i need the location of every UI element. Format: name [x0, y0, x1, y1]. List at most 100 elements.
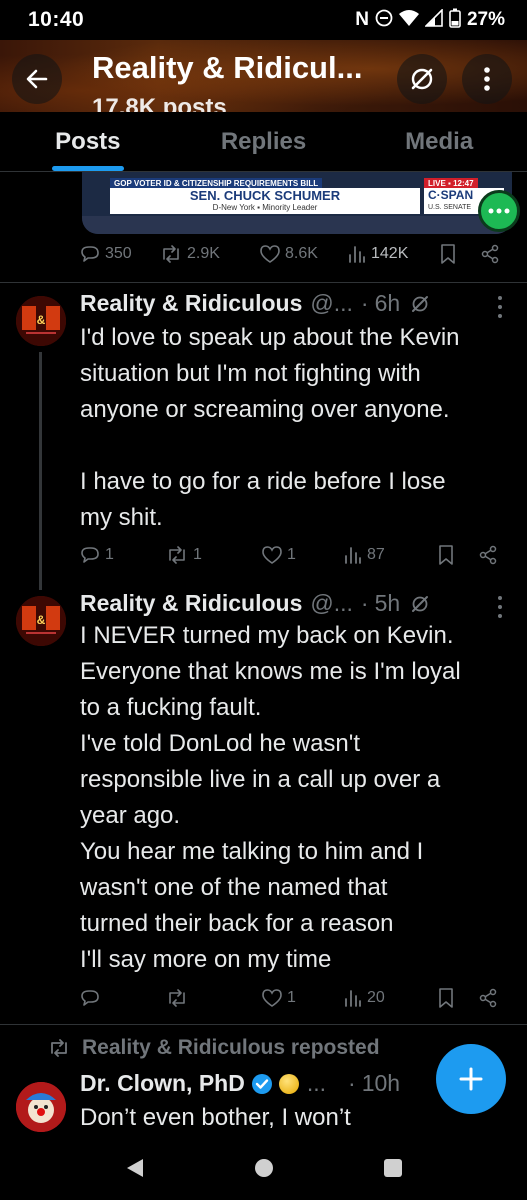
separator-dot: · [360, 590, 369, 616]
back-nav-button[interactable] [125, 1157, 145, 1184]
views-button[interactable]: 87 [344, 546, 438, 564]
thread-line [39, 352, 42, 590]
bookmark-button[interactable] [440, 244, 480, 264]
status-bar: 10:40 N 27% [0, 0, 527, 40]
tweet-line: my shit. [80, 504, 163, 531]
status-time: 10:40 [28, 8, 85, 31]
tweet-line: I'll say more on my time [80, 946, 332, 973]
tweet-more-icon[interactable] [496, 596, 504, 618]
views-count: 87 [367, 546, 385, 563]
profile-tabs: Posts Replies Media [0, 112, 527, 172]
like-button[interactable]: 1 [262, 546, 344, 564]
tweet-header: Dr. Clown, PhD ... · 10h [80, 1070, 400, 1097]
views-button[interactable]: 20 [344, 989, 438, 1007]
video-chyron-subtitle: D-New York ▪ Minority Leader [212, 203, 318, 212]
share-button[interactable] [478, 545, 498, 565]
avatar[interactable] [16, 1082, 66, 1132]
wifi-icon [398, 9, 419, 32]
handle[interactable]: ... [307, 1070, 326, 1097]
tab-media[interactable]: Media [351, 112, 527, 171]
like-count: 8.6K [285, 245, 318, 262]
avatar[interactable]: & [16, 596, 66, 646]
compose-button[interactable] [436, 1044, 506, 1114]
battery-icon [449, 8, 461, 33]
tweet-actions: 1 20 [80, 988, 498, 1008]
tweet-more-icon[interactable] [496, 296, 504, 318]
views-count: 20 [367, 989, 385, 1006]
handle[interactable]: @... [310, 590, 353, 617]
tab-replies[interactable]: Replies [176, 112, 352, 171]
timestamp[interactable]: 10h [362, 1070, 400, 1097]
like-button[interactable]: 1 [262, 989, 344, 1007]
grok-icon[interactable] [410, 294, 430, 314]
battery-percent: 27% [466, 9, 505, 30]
like-button[interactable]: 8.6K [260, 245, 348, 263]
reply-icon [81, 990, 99, 1006]
repost-count: 1 [193, 546, 202, 563]
divider [0, 1024, 527, 1025]
reply-button[interactable]: 1 [80, 545, 166, 565]
profile-title: Reality & Ridicul... [92, 50, 363, 85]
repost-indicator[interactable]: Reality & Ridiculous reposted [48, 1036, 380, 1060]
tab-posts[interactable]: Posts [0, 112, 176, 171]
tweet-line: to a fucking fault. [80, 694, 262, 721]
video-background [82, 216, 512, 234]
tweet-line: turned their back for a reason [80, 910, 394, 937]
display-name[interactable]: Reality & Ridiculous [80, 290, 302, 317]
like-count: 1 [287, 546, 296, 563]
profile-header: Reality & Ridicul... 17.8K posts [0, 40, 527, 112]
repost-button[interactable]: 2.9K [160, 245, 260, 263]
bookmark-icon [441, 244, 455, 264]
embedded-video[interactable]: GOP VOTER ID & CITIZENSHIP REQUIREMENTS … [82, 172, 512, 234]
repost-button[interactable] [166, 989, 262, 1007]
reply-button[interactable] [80, 988, 166, 1008]
tweet-line: Everyone that knows me is I'm loyal [80, 658, 461, 685]
tweet-header: Reality & Ridiculous @... · 5h [80, 590, 430, 617]
share-button[interactable] [480, 244, 500, 264]
reply-button[interactable]: 350 [80, 244, 160, 264]
more-options-button[interactable] [462, 54, 512, 104]
bookmark-button[interactable] [438, 988, 478, 1008]
horizontal-dots-icon [488, 208, 510, 214]
tweet-line: responsible live in a call up over a [80, 766, 441, 793]
floating-more-button[interactable] [478, 190, 520, 232]
tweet-header: Reality & Ridiculous @... · 6h [80, 290, 430, 317]
home-nav-button[interactable] [254, 1158, 274, 1183]
tweet-line: I have to go for a ride before I lose [80, 468, 446, 495]
post-count: 17.8K posts [92, 94, 227, 112]
timestamp[interactable]: 5h [375, 590, 401, 617]
tweet-text: I'd love to speak up about the Kevin sit… [80, 320, 520, 536]
display-name[interactable]: Dr. Clown, PhD [80, 1070, 245, 1097]
bookmark-icon [439, 988, 453, 1008]
tweet-actions: 350 2.9K 8.6K 142K [80, 244, 500, 264]
svg-text:&: & [37, 613, 46, 627]
verified-badge-icon [251, 1073, 273, 1095]
repost-count: 2.9K [187, 245, 220, 262]
square-recents-icon [383, 1158, 402, 1177]
arrow-left-icon [26, 69, 48, 89]
handle[interactable]: @... [310, 290, 353, 317]
tweet-line: I'd love to speak up about the Kevin [80, 324, 460, 351]
share-icon [479, 988, 497, 1008]
tweet-line: anyone or screaming over anyone. [80, 396, 450, 423]
video-chyron: SEN. CHUCK SCHUMER D-New York ▪ Minority… [110, 188, 420, 214]
views-button[interactable]: 142K [348, 245, 440, 263]
recents-nav-button[interactable] [383, 1158, 403, 1183]
display-name[interactable]: Reality & Ridiculous [80, 590, 302, 617]
grok-icon[interactable] [410, 594, 430, 614]
separator-dot: · [360, 290, 369, 316]
bookmark-icon [439, 545, 453, 565]
circle-home-icon [254, 1158, 273, 1177]
grok-button[interactable] [397, 54, 447, 104]
share-button[interactable] [478, 988, 498, 1008]
timestamp[interactable]: 6h [375, 290, 401, 317]
repost-icon [169, 989, 185, 1007]
avatar[interactable]: & [16, 296, 66, 346]
repost-button[interactable]: 1 [166, 546, 262, 564]
reply-count: 350 [105, 245, 132, 262]
reply-count: 1 [105, 546, 114, 563]
repost-label: Reality & Ridiculous reposted [82, 1036, 380, 1059]
tweet-line: wasn't one of the named that [80, 874, 388, 901]
back-button[interactable] [12, 54, 62, 104]
bookmark-button[interactable] [438, 545, 478, 565]
